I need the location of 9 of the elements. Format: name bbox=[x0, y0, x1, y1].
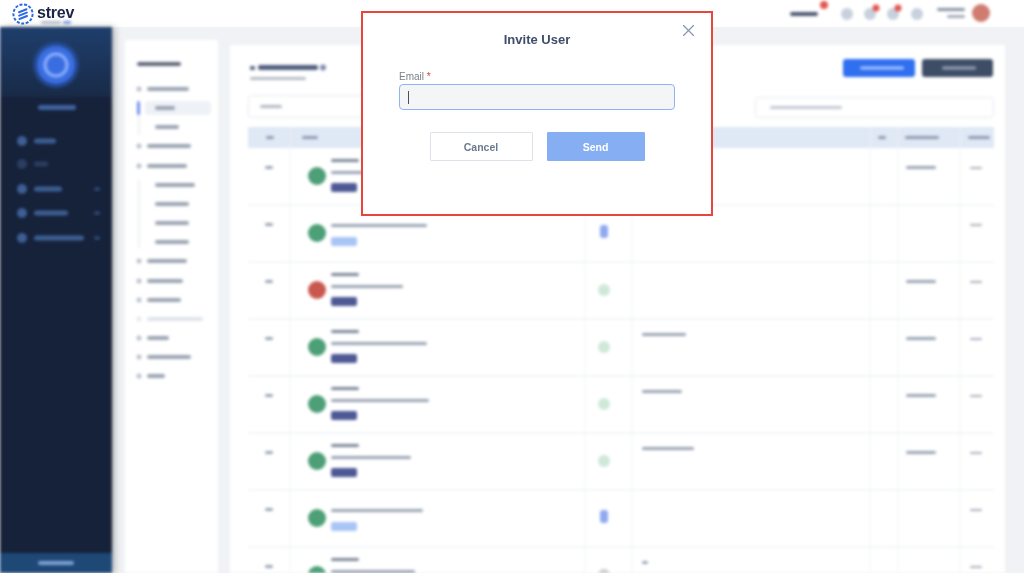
dialog-title: Invite User bbox=[503, 32, 571, 48]
cancel-button[interactable]: Cancel bbox=[429, 132, 533, 161]
tagline-drawing bbox=[41, 20, 71, 24]
email-input-field[interactable] bbox=[399, 84, 675, 110]
close-icon[interactable] bbox=[683, 25, 694, 36]
logo-name: strev bbox=[37, 3, 75, 21]
email-label: Email * bbox=[399, 71, 431, 83]
logo-icon bbox=[12, 2, 34, 25]
text-cursor-icon bbox=[408, 90, 409, 104]
